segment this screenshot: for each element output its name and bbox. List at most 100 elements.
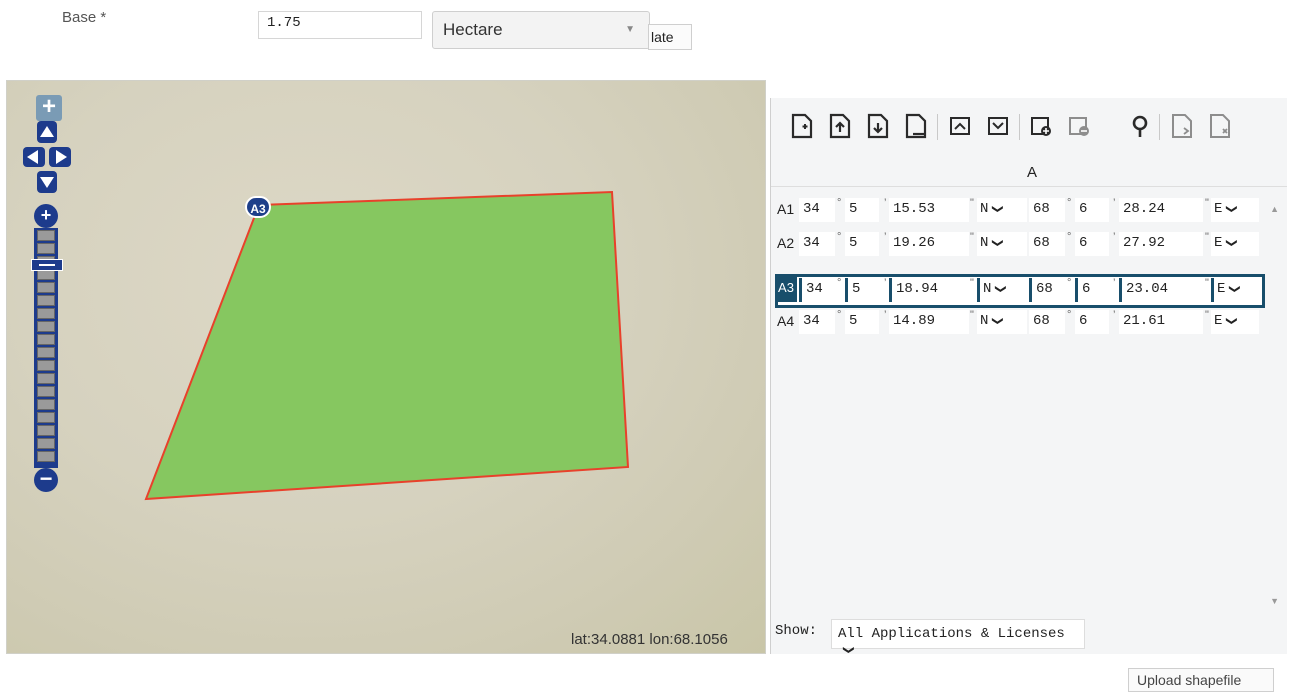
move-up-icon[interactable]: [947, 112, 973, 140]
zoom-level-tick[interactable]: [37, 425, 55, 436]
zoom-level-tick[interactable]: [37, 308, 55, 319]
chevron-down-icon: ❯: [1228, 284, 1241, 294]
pan-control[interactable]: [23, 121, 71, 198]
unit-symbol: °: [837, 231, 842, 243]
unit-symbol: ": [1205, 277, 1209, 289]
zoom-level-tick[interactable]: [37, 347, 55, 358]
upload-shapefile-button[interactable]: Upload shapefile: [1128, 668, 1274, 692]
zoom-level-tick[interactable]: [37, 282, 55, 293]
zoom-level-tick[interactable]: [37, 386, 55, 397]
chevron-down-icon: ❯: [1225, 204, 1238, 214]
zoom-out-button[interactable]: −: [34, 468, 58, 492]
zoom-in-icon[interactable]: +: [36, 95, 62, 121]
zoom-level-tick[interactable]: [37, 399, 55, 410]
move-down-icon[interactable]: [985, 112, 1011, 140]
unit-symbol: ": [1205, 231, 1209, 243]
row-label: A2: [777, 235, 794, 251]
chevron-down-icon: ❯: [991, 238, 1004, 248]
remove-point-icon[interactable]: [903, 112, 929, 140]
lat-degrees-input[interactable]: 34: [799, 198, 835, 222]
vertex-marker-a3[interactable]: A3: [245, 196, 271, 218]
lon-direction-select[interactable]: E ❯: [1211, 198, 1259, 222]
lon-direction-select[interactable]: E ❯: [1211, 310, 1259, 334]
lat-seconds-input[interactable]: 15.53: [889, 198, 969, 222]
lat-direction-select-value: N: [980, 313, 989, 329]
lat-direction-select[interactable]: N ❯: [977, 310, 1027, 334]
lon-minutes-input-value: 6: [1079, 313, 1088, 329]
add-point-icon[interactable]: [789, 112, 815, 140]
clear-icon[interactable]: [1207, 112, 1233, 140]
unit-select-value: Hectare: [443, 20, 503, 39]
lon-seconds-input[interactable]: 27.92: [1119, 232, 1203, 256]
remove-polygon-icon[interactable]: [1067, 112, 1093, 140]
calculate-button[interactable]: late: [648, 24, 692, 50]
lat-degrees-input[interactable]: 34: [799, 278, 835, 302]
insert-after-icon[interactable]: [865, 112, 891, 140]
lon-minutes-input[interactable]: 6: [1075, 278, 1109, 302]
lat-direction-select[interactable]: N ❯: [977, 198, 1027, 222]
lat-seconds-input[interactable]: 14.89: [889, 310, 969, 334]
unit-symbol: °: [837, 309, 842, 321]
lat-minutes-input-value: 5: [849, 201, 858, 217]
lat-direction-select[interactable]: N ❯: [977, 232, 1027, 256]
lat-seconds-input[interactable]: 19.26: [889, 232, 969, 256]
locate-marker-icon[interactable]: [1127, 112, 1153, 140]
cursor-coordinates: lat:34.0881 lon:68.1056: [571, 631, 728, 648]
lon-degrees-input[interactable]: 68: [1029, 278, 1065, 302]
lon-seconds-input[interactable]: 28.24: [1119, 198, 1203, 222]
zoom-level-tick[interactable]: [37, 321, 55, 332]
show-filter-select[interactable]: All Applications & Licenses ❯: [831, 619, 1085, 655]
import-icon[interactable]: [1169, 112, 1195, 140]
lon-minutes-input[interactable]: 6: [1075, 232, 1109, 256]
lat-degrees-input[interactable]: 34: [799, 310, 835, 334]
row-label-value: A3: [778, 280, 794, 295]
lat-minutes-input-value: 5: [849, 235, 858, 251]
zoom-level-tick[interactable]: [37, 295, 55, 306]
lat-seconds-input[interactable]: 18.94: [889, 278, 969, 302]
lat-direction-select[interactable]: N ❯: [977, 278, 1027, 302]
zoom-slider-handle[interactable]: [31, 259, 63, 271]
lon-minutes-input[interactable]: 6: [1075, 198, 1109, 222]
unit-symbol: ": [970, 197, 974, 209]
unit-select[interactable]: Hectare ▼: [432, 11, 650, 49]
zoom-level-tick[interactable]: [37, 230, 55, 241]
lon-degrees-input[interactable]: 68: [1029, 198, 1065, 222]
row-label: A1: [777, 201, 794, 217]
zoom-level-tick[interactable]: [37, 334, 55, 345]
lon-direction-select[interactable]: E ❯: [1211, 278, 1259, 302]
chevron-down-icon: ❯: [1225, 238, 1238, 248]
row-label-value: A1: [777, 201, 795, 217]
lon-direction-select[interactable]: E ❯: [1211, 232, 1259, 256]
unit-symbol: ": [970, 309, 974, 321]
unit-symbol: ": [1205, 309, 1209, 321]
lat-minutes-input[interactable]: 5: [845, 232, 879, 256]
lat-minutes-input[interactable]: 5: [845, 278, 879, 302]
parcel-polygon[interactable]: [7, 81, 765, 653]
lat-degrees-input[interactable]: 34: [799, 232, 835, 256]
lon-minutes-input[interactable]: 6: [1075, 310, 1109, 334]
zoom-level-tick[interactable]: [37, 412, 55, 423]
scroll-up-icon[interactable]: ▲: [1270, 204, 1279, 214]
zoom-in-button[interactable]: +: [34, 204, 58, 228]
zoom-level-tick[interactable]: [37, 438, 55, 449]
lon-degrees-input[interactable]: 68: [1029, 232, 1065, 256]
chevron-down-icon: ❯: [1225, 316, 1238, 326]
lat-minutes-input[interactable]: 5: [845, 198, 879, 222]
add-polygon-icon[interactable]: [1029, 112, 1055, 140]
lon-degrees-input-value: 68: [1033, 201, 1050, 217]
base-area-input[interactable]: 1.75: [258, 11, 422, 39]
map-view[interactable]: A3 + + − lat:34.0881 lon:68.1056: [6, 80, 766, 654]
lon-seconds-input[interactable]: 23.04: [1119, 278, 1203, 302]
zoom-level-tick[interactable]: [37, 360, 55, 371]
zoom-level-tick[interactable]: [37, 243, 55, 254]
unit-symbol: ": [970, 277, 974, 289]
zoom-level-tick[interactable]: [37, 373, 55, 384]
scroll-down-icon[interactable]: ▼: [1270, 596, 1279, 606]
unit-symbol: ’: [884, 197, 887, 209]
lat-minutes-input[interactable]: 5: [845, 310, 879, 334]
lat-direction-select-value: N: [980, 235, 989, 251]
lon-degrees-input[interactable]: 68: [1029, 310, 1065, 334]
lon-seconds-input[interactable]: 21.61: [1119, 310, 1203, 334]
insert-before-icon[interactable]: [827, 112, 853, 140]
zoom-level-tick[interactable]: [37, 451, 55, 462]
